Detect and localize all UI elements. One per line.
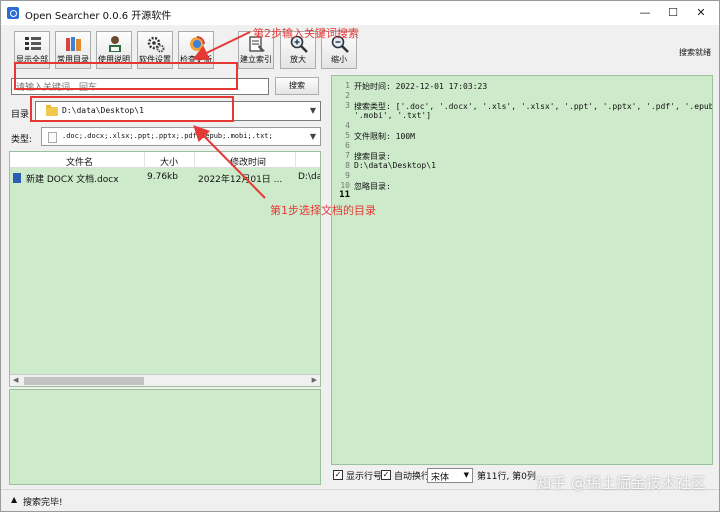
title-bar: Open Searcher 0.0.6 开源软件 — ☐ ✕ [1, 1, 719, 25]
line-number: 5 [345, 131, 350, 140]
step1-annotation: 第1步选择文档的目录 [270, 204, 376, 217]
line-number: 6 [345, 141, 350, 150]
file-size-cell: 9.76kb [147, 172, 178, 182]
word-wrap-label: 自动换行 [394, 472, 431, 482]
directory-label: 目录: [11, 110, 33, 120]
line-number: 1 [345, 81, 350, 90]
column-divider[interactable] [144, 152, 145, 168]
horizontal-scrollbar[interactable]: ◀ ▶ [10, 374, 320, 386]
file-list[interactable]: 文件名 大小 修改时间 新建 DOCX 文档.docx 9.76kb 2022年… [9, 151, 321, 387]
line-number: 3 [345, 101, 350, 110]
build-index-label: 建立索引 [240, 55, 272, 64]
log-line: 文件限制: 100M [354, 132, 415, 141]
chevron-down-icon[interactable]: ▼ [310, 132, 316, 141]
column-divider[interactable] [194, 152, 195, 168]
font-select[interactable]: 宋体 ▼ [427, 468, 473, 483]
show-line-numbers-checkbox[interactable]: ✓ [333, 470, 343, 480]
status-text: 搜索完毕! [23, 498, 63, 508]
status-up-arrow-icon[interactable]: ▲ [11, 495, 17, 504]
file-type-value: .doc;.docx;.xlsx;.ppt;.pptx;.pdf;.epub;.… [62, 132, 273, 140]
zoom-out-label: 缩小 [331, 55, 347, 64]
maximize-button[interactable]: ☐ [663, 4, 683, 22]
step2-annotation: 第2步输入关键词搜索 [253, 27, 359, 40]
file-modified-cell: 2022年12月01日 ... [198, 175, 283, 185]
line-number: 10 [340, 181, 350, 190]
column-header-modified[interactable]: 修改时间 [230, 155, 266, 168]
search-status-label: 搜索就绪 [679, 48, 711, 57]
scroll-left-icon[interactable]: ◀ [13, 376, 18, 384]
zoom-in-label: 放大 [290, 55, 306, 64]
window-title: Open Searcher 0.0.6 开源软件 [25, 11, 172, 22]
step2-highlight-box [14, 62, 238, 90]
file-type-label: 类型: [11, 135, 33, 145]
line-number: 9 [345, 171, 350, 180]
reader-icon [109, 36, 121, 52]
docx-file-icon [13, 173, 21, 183]
watermark: 知乎 @稀土掘金技术社区 [536, 474, 706, 492]
line-number: 8 [345, 161, 350, 170]
current-line-number: 11 [339, 190, 350, 200]
show-line-numbers-label: 显示行号 [346, 472, 383, 482]
app-logo-icon [7, 7, 19, 19]
step1-highlight-box [30, 96, 234, 122]
line-number: 2 [345, 91, 350, 100]
preview-panel[interactable] [9, 389, 321, 485]
update-icon [190, 36, 205, 51]
file-type-combobox[interactable]: .doc;.docx;.xlsx;.ppt;.pptx;.pdf;.epub;.… [41, 127, 321, 146]
log-line: 忽略目录: [354, 182, 391, 191]
column-divider[interactable] [295, 152, 296, 168]
list-icon [25, 37, 41, 50]
line-number: 7 [345, 151, 350, 160]
gears-icon [147, 36, 165, 53]
line-number-gutter: 1 2 3 4 5 6 7 8 9 10 11 [332, 76, 350, 464]
close-button[interactable]: ✕ [691, 4, 711, 22]
table-row[interactable]: 新建 DOCX 文档.docx 9.76kb 2022年12月01日 ... D… [10, 170, 320, 186]
books-icon [66, 37, 81, 51]
scrollbar-thumb[interactable] [24, 377, 144, 385]
file-name-cell: 新建 DOCX 文档.docx [26, 175, 119, 185]
chevron-down-icon: ▼ [463, 471, 469, 479]
minimize-button[interactable]: — [635, 4, 655, 22]
cursor-position-label: 第11行, 第0列 [477, 472, 536, 482]
scroll-right-icon[interactable]: ▶ [312, 376, 317, 384]
chevron-down-icon[interactable]: ▼ [310, 106, 316, 115]
font-select-value: 宋体 [431, 473, 450, 483]
log-line: D:\data\Desktop\1 [354, 161, 436, 170]
file-list-header: 文件名 大小 修改时间 [10, 152, 320, 168]
line-number: 4 [345, 121, 350, 130]
log-line: '.mobi', '.txt'] [354, 111, 432, 120]
column-header-size[interactable]: 大小 [160, 155, 178, 168]
word-wrap-checkbox[interactable]: ✓ [381, 470, 391, 480]
log-editor[interactable]: 1 2 3 4 5 6 7 8 9 10 11 开始时间: 2022-12-01… [331, 75, 713, 465]
search-button[interactable]: 搜索 [275, 77, 319, 95]
log-line: 开始时间: 2022-12-01 17:03:23 [354, 82, 488, 91]
column-header-name[interactable]: 文件名 [66, 155, 93, 168]
file-path-cell: D:\dat [298, 172, 320, 182]
document-icon [48, 132, 57, 143]
